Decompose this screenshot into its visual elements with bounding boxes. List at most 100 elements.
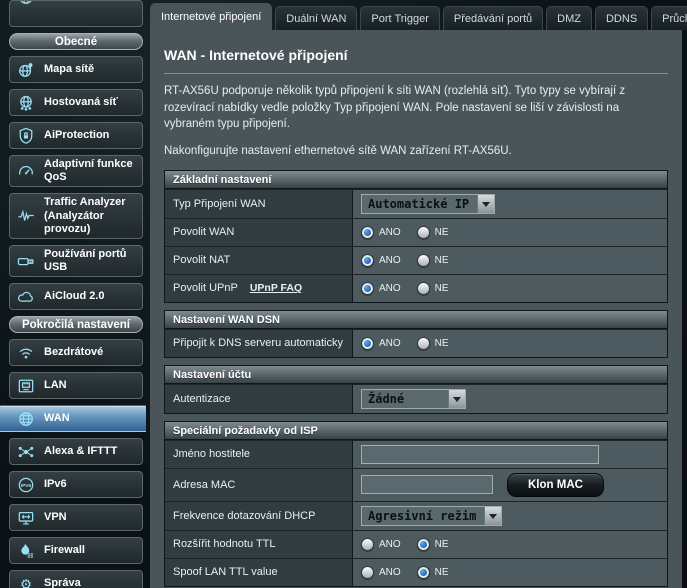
- flame-icon: [13, 542, 38, 560]
- input-adresa-mac[interactable]: [361, 475, 493, 494]
- row-label: Autentizace: [173, 393, 230, 405]
- row-label-cell: Frekvence dotazování DHCP: [165, 502, 353, 530]
- form-row-povolit-wan: Povolit WAN ANONE: [165, 218, 667, 246]
- radio-pripojit-k-dns-serveru-automaticky-ano[interactable]: [361, 337, 374, 350]
- sidebar-item-adaptivni-funkce-qos[interactable]: Adaptivní funkce QoS: [9, 155, 143, 187]
- ipv6-badge-icon: IPV6: [13, 476, 38, 494]
- sidebar-item-ipv6[interactable]: IPV6 IPv6: [9, 471, 143, 498]
- form-tables: Základní nastaveníTyp Připojení WAN Autom…: [164, 170, 668, 587]
- row-label-cell: Povolit UPnP UPnP FAQ: [165, 275, 353, 302]
- form-row-rozsirit-hodnotu-ttl: Rozšířit hodnotu TTL ANO NE: [165, 530, 667, 558]
- radio-spoof-lan-ttl-value-ano[interactable]: [361, 566, 374, 579]
- tab-dmz[interactable]: DMZ: [546, 6, 592, 30]
- sidebar-item-label: AiCloud 2.0: [44, 290, 105, 303]
- radio-povolit-upnp-ne[interactable]: [417, 282, 430, 295]
- radio-rozsirit-hodnotu-ttl-ne[interactable]: [417, 538, 430, 551]
- sidebar-item-lan[interactable]: LAN: [9, 372, 143, 399]
- sidebar-item-aicloud-2-0[interactable]: AiCloud 2.0: [9, 283, 143, 310]
- sidebar-item-label: Traffic Analyzer (Analyzátor provozu): [44, 196, 139, 236]
- sidebar-item-sprava[interactable]: ⚙ Správa: [9, 570, 143, 588]
- sidebar-item-bezdratove[interactable]: Bezdrátové: [9, 339, 143, 366]
- row-value-cell: Žádné: [353, 385, 667, 413]
- row-label: Frekvence dotazování DHCP: [173, 510, 315, 522]
- sidebar-item-label: Správa: [44, 577, 81, 588]
- select-value: Agresivní režim: [362, 507, 484, 525]
- intro-paragraph-1: RT-AX56U podporuje několik typů připojen…: [164, 83, 668, 133]
- radio-group-povolit-upnp: ANO NE: [361, 282, 465, 295]
- sidebar-item-aiprotection[interactable]: AiProtection: [9, 122, 143, 149]
- main-panel: WAN - Internetové připojení RT-AX56U pod…: [150, 30, 682, 588]
- radio-group-spoof-lan-ttl-value: ANONE: [361, 566, 465, 579]
- tab-dualni-wan[interactable]: Duální WAN: [275, 6, 357, 30]
- sidebar-item-label: IPv6: [44, 478, 67, 491]
- dropdown-arrow-icon: [484, 507, 501, 525]
- title-divider: [164, 73, 668, 74]
- sidebar-item-traffic-analyzer-analyzator-provozu[interactable]: Traffic Analyzer (Analyzátor provozu): [9, 193, 143, 239]
- sidebar-item-pouzivani-portu-usb[interactable]: Používání portů USB: [9, 245, 143, 277]
- sidebar-item-wan[interactable]: WAN: [0, 405, 146, 432]
- row-label: Rozšířit hodnotu TTL: [173, 538, 276, 550]
- radio-label: NE: [435, 539, 449, 550]
- row-label-cell: Autentizace: [165, 385, 353, 413]
- radio-povolit-wan-ne[interactable]: [417, 226, 430, 239]
- form-row-spoof-lan-ttl-value: Spoof LAN TTL value ANONE: [165, 558, 667, 586]
- sidebar-item-alexa-ifttt[interactable]: Alexa & IFTTT: [9, 438, 143, 465]
- radio-rozsirit-hodnotu-ttl-ano[interactable]: [361, 538, 374, 551]
- select-value: Žádné: [362, 390, 448, 408]
- sidebar-item-label: Mapa sítě: [44, 63, 94, 76]
- form-row-autentizace: Autentizace Žádné: [165, 384, 667, 413]
- sidebar-section-header-obecne: Obecné: [9, 33, 143, 50]
- row-label-cell: Adresa MAC: [165, 469, 353, 501]
- form-section-header: Nastavení účtu: [165, 366, 667, 384]
- radio-povolit-nat-ne[interactable]: [417, 254, 430, 267]
- sidebar-item-label: Adaptivní funkce QoS: [44, 158, 139, 184]
- form-section-nastaveni-uctu: Nastavení účtu Autentizace Žádné: [164, 365, 668, 414]
- radio-label: ANO: [379, 255, 401, 266]
- select-frekvence-dotazovani-dhcp[interactable]: Agresivní režim: [361, 506, 502, 526]
- tab-ddns[interactable]: DDNS: [595, 6, 648, 30]
- sidebar-item-mapa-site[interactable]: Mapa sítě: [9, 56, 143, 83]
- row-label-cell: Typ Připojení WAN: [165, 190, 353, 218]
- radio-label: NE: [435, 283, 449, 294]
- sidebar-item-label: Alexa & IFTTT: [44, 445, 117, 458]
- form-section-header: Základní nastavení: [165, 171, 667, 189]
- input-jmeno-hostitele[interactable]: [361, 445, 599, 464]
- radio-label: ANO: [379, 283, 401, 294]
- network-nodes-icon: [13, 443, 38, 461]
- radio-povolit-nat-ano[interactable]: [361, 254, 374, 267]
- gear-icon: ⚙: [13, 575, 38, 588]
- tab-port-trigger[interactable]: Port Trigger: [360, 6, 439, 30]
- tab-pruchod-nat[interactable]: Průchod NAT: [651, 6, 687, 30]
- form-row-typ-pripojeni-wan: Typ Připojení WAN Automatické IP: [165, 189, 667, 218]
- radio-povolit-wan-ano[interactable]: [361, 226, 374, 239]
- sidebar-item-firewall[interactable]: Firewall: [9, 537, 143, 564]
- row-label: Adresa MAC: [173, 479, 235, 491]
- upnp-faq-link[interactable]: UPnP FAQ: [250, 282, 302, 294]
- row-value-cell: ANONE: [353, 330, 667, 357]
- row-label-cell: Povolit NAT: [165, 247, 353, 274]
- form-row-pripojit-k-dns-serveru-automaticky: Připojit k DNS serveru automatickyANONE: [165, 329, 667, 357]
- radio-label: ANO: [379, 539, 401, 550]
- radio-spoof-lan-ttl-value-ne[interactable]: [417, 566, 430, 579]
- select-autentizace[interactable]: Žádné: [361, 389, 466, 409]
- waveform-icon: [13, 207, 38, 225]
- select-typ-pripojeni-wan[interactable]: Automatické IP: [361, 194, 495, 214]
- tab-predavani-portu[interactable]: Předávání portů: [443, 6, 543, 30]
- sidebar-item-vpn[interactable]: VPN: [9, 504, 143, 531]
- gauge-icon: [13, 162, 38, 180]
- row-label: Povolit UPnP: [173, 282, 238, 294]
- sidebar-item-label: AiProtection: [44, 129, 109, 142]
- radio-label: NE: [435, 567, 449, 578]
- row-label-cell: Jméno hostitele: [165, 441, 353, 468]
- radio-povolit-upnp-ano[interactable]: [361, 282, 374, 295]
- tab-internetove-pripojeni[interactable]: Internetové připojení: [150, 3, 272, 30]
- sidebar-item-internetu[interactable]: Internetu: [9, 0, 143, 27]
- sidebar-section-header-pokrocila-nastaveni: Pokročilá nastavení: [9, 316, 143, 333]
- radio-pripojit-k-dns-serveru-automaticky-ne[interactable]: [417, 337, 430, 350]
- button-klon-mac[interactable]: Klon MAC: [507, 473, 604, 497]
- row-label-cell: Spoof LAN TTL value: [165, 559, 353, 586]
- form-section-nastaveni-wan-dsn: Nastavení WAN DSNPřipojit k DNS serveru …: [164, 310, 668, 358]
- sidebar-item-hostovana-sit[interactable]: Hostovaná síť: [9, 89, 143, 116]
- row-label: Povolit WAN: [173, 226, 234, 238]
- radio-group-povolit-wan: ANONE: [361, 226, 465, 239]
